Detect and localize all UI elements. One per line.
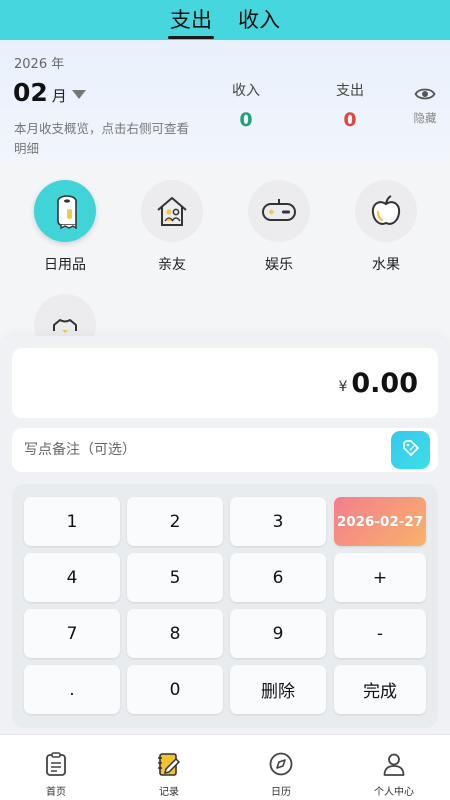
- key-6[interactable]: 6: [230, 553, 326, 602]
- category-entertainment[interactable]: 娱乐: [239, 180, 319, 274]
- family-house-icon: [141, 180, 203, 242]
- nav-label: 首页: [46, 787, 66, 798]
- income-value: 0: [239, 109, 253, 131]
- bottom-nav: 首页 记录 日历 个人中心: [0, 734, 450, 800]
- apple-icon: [355, 180, 417, 242]
- month-unit: 月: [51, 87, 67, 105]
- expense-stat[interactable]: 支出 0: [320, 80, 380, 131]
- nav-record[interactable]: 记录: [129, 751, 209, 798]
- entry-panel: ¥ 0.00 1 2 3 2026-02-27 4 5 6 + 7 8 9 - …: [0, 336, 450, 734]
- delete-button[interactable]: 删除: [230, 665, 326, 714]
- tag-button[interactable]: [391, 431, 430, 469]
- expense-value: 0: [343, 109, 357, 131]
- category-label: 娱乐: [265, 257, 293, 273]
- income-label: 收入: [232, 83, 260, 99]
- category-label: 亲友: [158, 257, 186, 273]
- compass-icon: [268, 752, 294, 781]
- tag-icon: [401, 438, 421, 462]
- caret-down-icon: [71, 90, 86, 99]
- hide-label: 隐藏: [413, 111, 437, 125]
- amount-display: ¥ 0.00: [12, 348, 438, 418]
- nav-label: 日历: [271, 787, 291, 798]
- amount-value: 0.00: [351, 367, 418, 399]
- done-button[interactable]: 完成: [334, 665, 426, 714]
- note-input[interactable]: [12, 428, 382, 472]
- keypad: 1 2 3 2026-02-27 4 5 6 + 7 8 9 - . 0 删除 …: [12, 484, 438, 728]
- category-label: 水果: [372, 257, 400, 273]
- gamepad-icon: [248, 180, 310, 242]
- notebook-pen-icon: [156, 753, 182, 781]
- user-icon: [381, 753, 407, 781]
- key-minus[interactable]: -: [334, 609, 426, 658]
- key-4[interactable]: 4: [24, 553, 120, 602]
- eye-icon: [414, 87, 436, 106]
- expense-label: 支出: [336, 83, 364, 99]
- key-8[interactable]: 8: [127, 609, 223, 658]
- key-plus[interactable]: +: [334, 553, 426, 602]
- category-label: 日用品: [44, 257, 86, 273]
- nav-label: 个人中心: [374, 787, 414, 798]
- monthly-summary-card: 2026 年 02 月 本月收支概览，点击右侧可查看明细 收入 0 支出 0 隐…: [0, 40, 450, 168]
- toilet-paper-icon: [34, 180, 96, 242]
- clipboard-icon: [43, 752, 69, 781]
- category-daily-goods[interactable]: 日用品: [25, 180, 105, 274]
- currency-symbol: ¥: [338, 379, 348, 395]
- month-number: 02: [13, 78, 48, 107]
- nav-home[interactable]: 首页: [16, 751, 96, 798]
- year-label: 2026 年: [14, 57, 65, 72]
- category-fruit[interactable]: 水果: [346, 180, 426, 274]
- nav-label: 记录: [159, 787, 179, 798]
- tab-expense[interactable]: 支出: [168, 4, 214, 40]
- type-tabs: 支出 收入: [0, 0, 450, 40]
- key-7[interactable]: 7: [24, 609, 120, 658]
- key-2[interactable]: 2: [127, 497, 223, 546]
- tab-income[interactable]: 收入: [238, 4, 280, 40]
- nav-profile[interactable]: 个人中心: [354, 751, 434, 798]
- month-selector[interactable]: 02 月: [13, 78, 86, 107]
- note-row: [12, 428, 438, 472]
- key-5[interactable]: 5: [127, 553, 223, 602]
- key-3[interactable]: 3: [230, 497, 326, 546]
- nav-calendar[interactable]: 日历: [241, 751, 321, 798]
- summary-description: 本月收支概览，点击右侧可查看明细: [14, 121, 190, 156]
- key-0[interactable]: 0: [127, 665, 223, 714]
- category-family-friends[interactable]: 亲友: [132, 180, 212, 274]
- key-1[interactable]: 1: [24, 497, 120, 546]
- hide-amounts-button[interactable]: 隐藏: [408, 86, 442, 126]
- date-picker-button[interactable]: 2026-02-27: [334, 497, 426, 546]
- key-9[interactable]: 9: [230, 609, 326, 658]
- income-stat[interactable]: 收入 0: [216, 80, 276, 131]
- key-dot[interactable]: .: [24, 665, 120, 714]
